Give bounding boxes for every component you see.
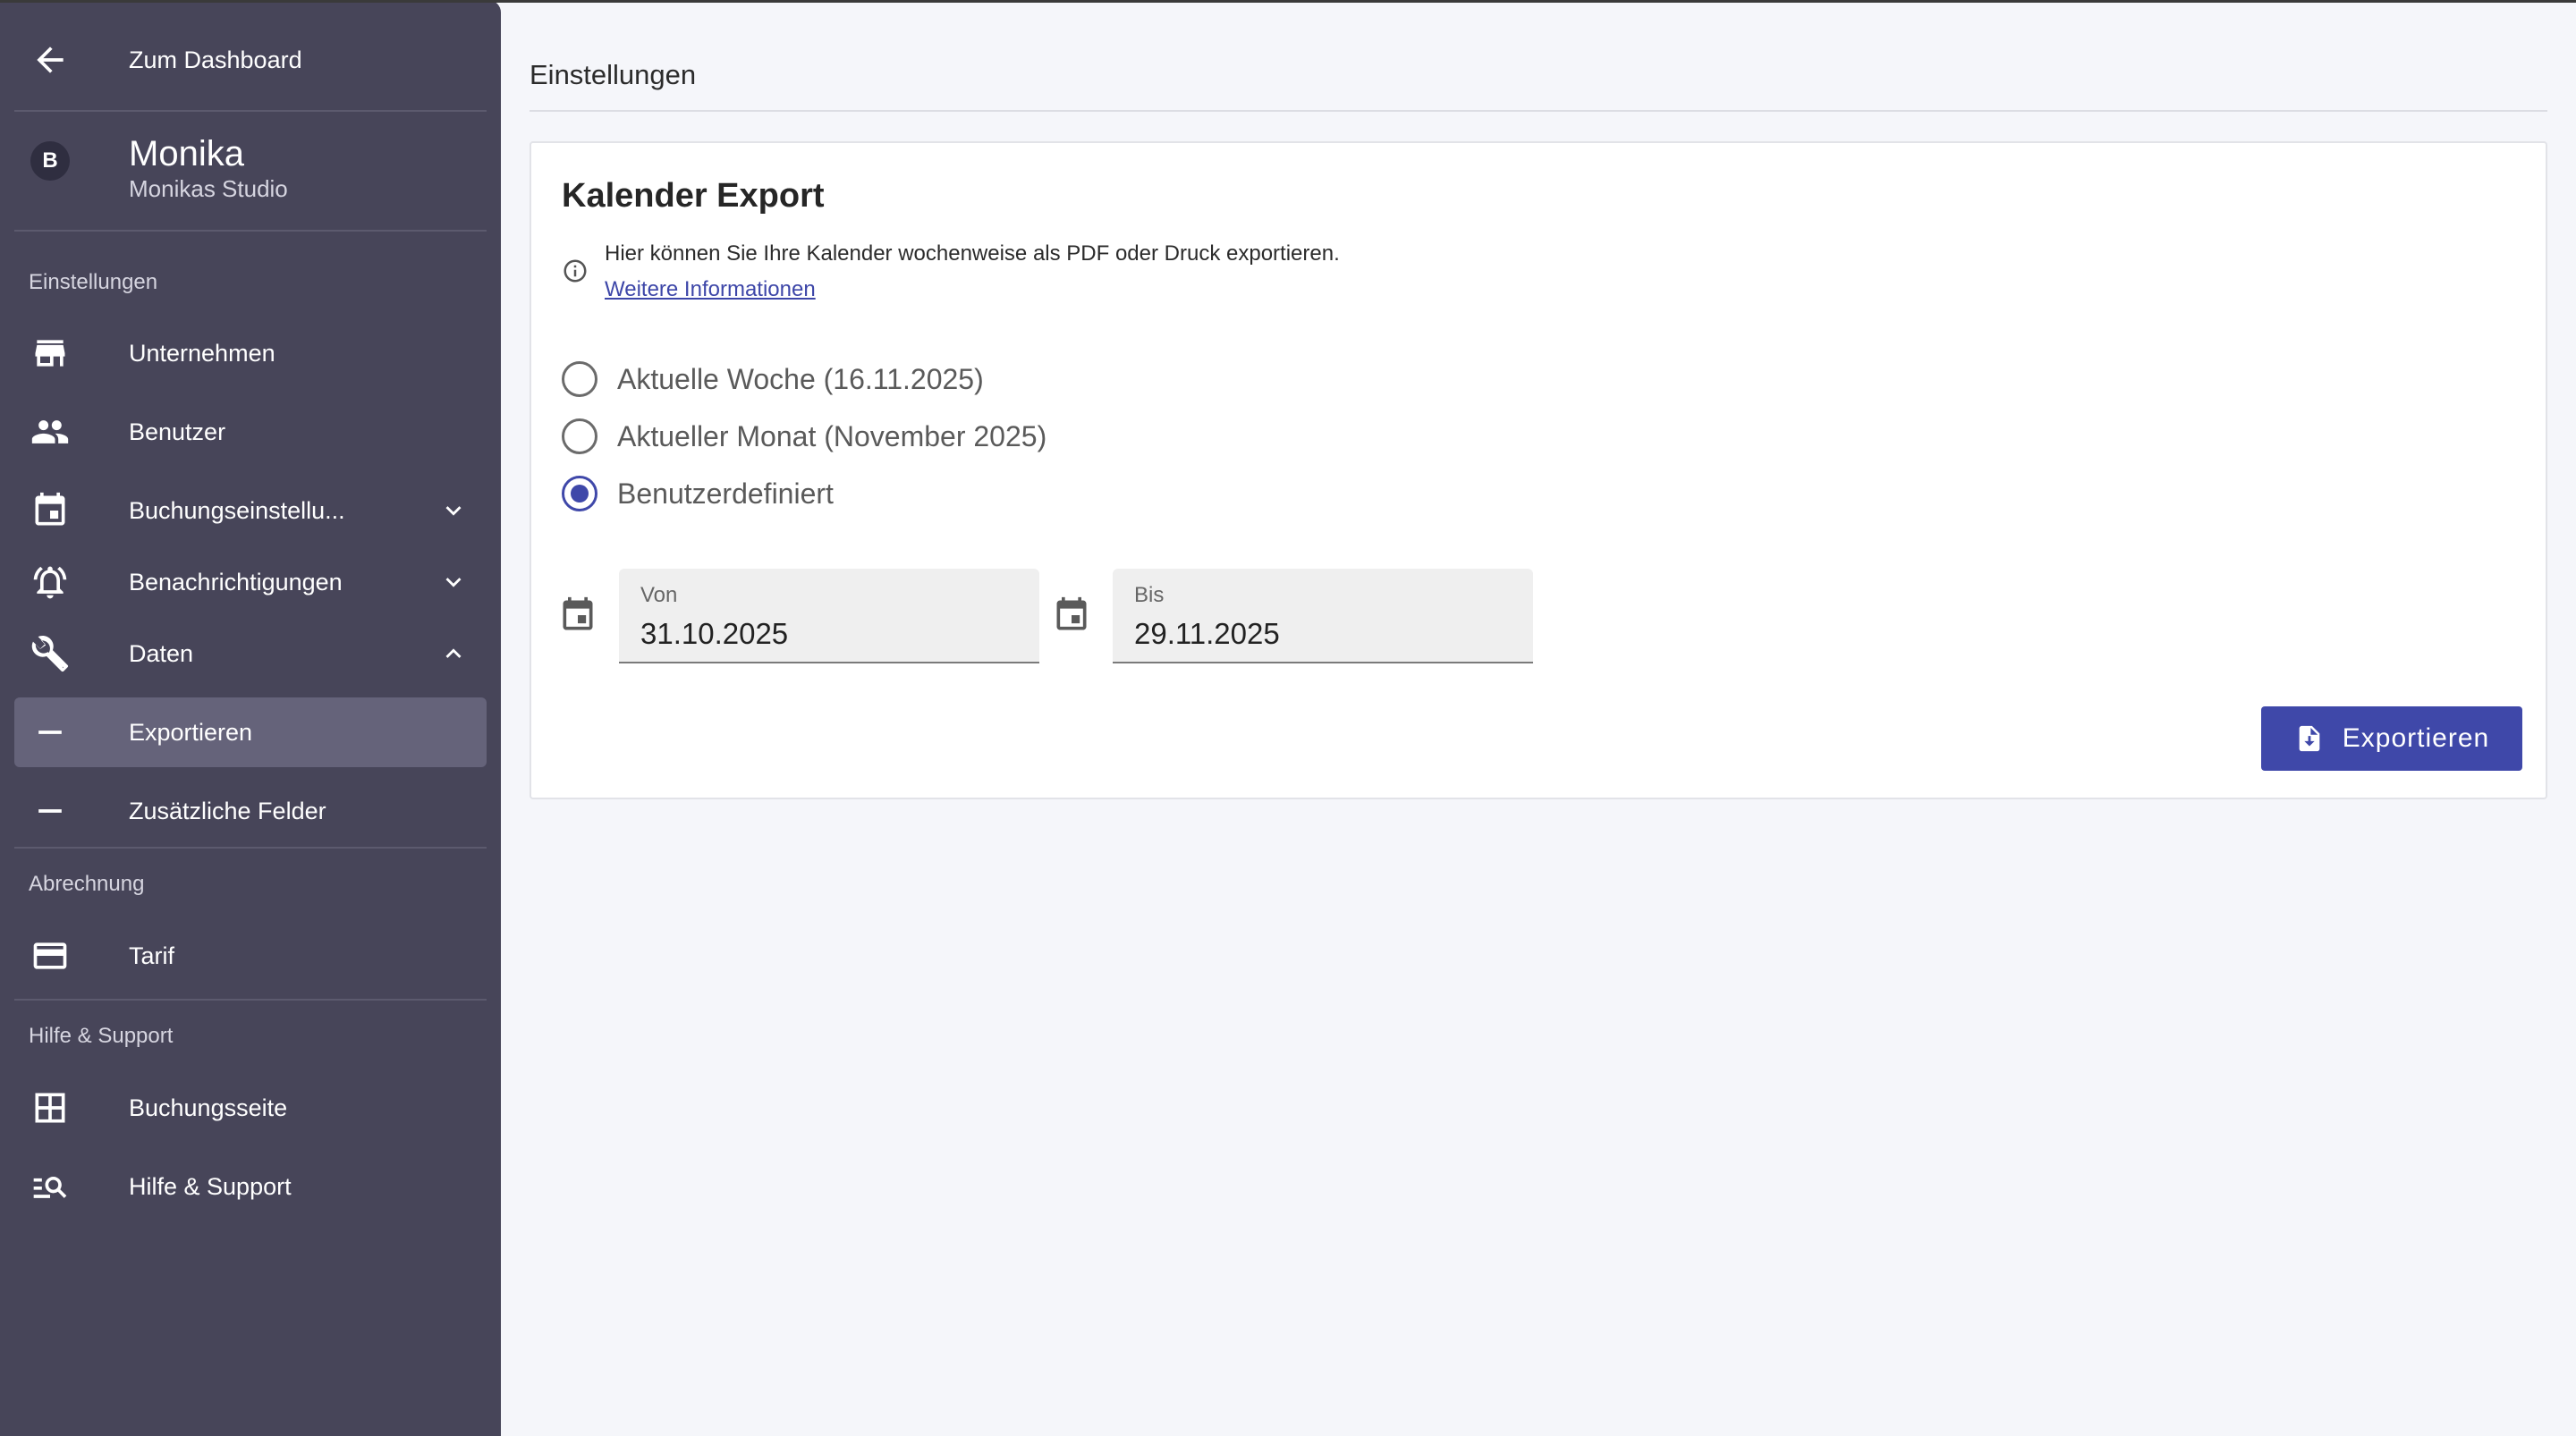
back-to-dashboard-label: Zum Dashboard bbox=[129, 46, 302, 73]
export-button[interactable]: Exportieren bbox=[2261, 706, 2522, 771]
section-label-help: Hilfe & Support bbox=[29, 1024, 174, 1048]
radio-button[interactable] bbox=[562, 418, 597, 454]
sidebar-item-extra-fields[interactable]: Zusätzliche Felder bbox=[14, 776, 487, 846]
sidebar-item-label: Hilfe & Support bbox=[129, 1172, 292, 1200]
wrench-icon bbox=[30, 634, 70, 673]
from-date-field[interactable]: Von 31.10.2025 bbox=[619, 569, 1039, 663]
from-date-label: Von bbox=[640, 583, 678, 607]
more-info-link[interactable]: Weitere Informationen bbox=[605, 277, 816, 302]
sidebar-item-plan[interactable]: Tarif bbox=[14, 921, 487, 991]
dash-icon bbox=[30, 713, 70, 752]
sidebar: Zum Dashboard B Monika Monikas Studio Ei… bbox=[0, 0, 501, 1436]
radio-label: Aktuelle Woche (16.11.2025) bbox=[617, 362, 984, 395]
radio-custom[interactable]: Benutzerdefiniert bbox=[562, 472, 834, 515]
sidebar-item-label: Benutzer bbox=[129, 418, 226, 445]
sidebar-item-label: Tarif bbox=[129, 942, 175, 969]
sidebar-item-label: Daten bbox=[129, 639, 194, 667]
to-date-value[interactable]: 29.11.2025 bbox=[1134, 617, 1280, 651]
profile-studio: Monikas Studio bbox=[129, 175, 288, 202]
section-label-billing: Abrechnung bbox=[29, 872, 145, 896]
avatar[interactable]: B bbox=[30, 141, 70, 181]
sidebar-item-label: Unternehmen bbox=[129, 339, 275, 367]
credit-card-icon bbox=[30, 936, 70, 976]
dash-icon bbox=[30, 791, 70, 831]
info-icon bbox=[562, 258, 589, 284]
calendar-icon[interactable] bbox=[1052, 596, 1091, 635]
calendar-export-card: Kalender Export Hier können Sie Ihre Kal… bbox=[530, 141, 2547, 799]
sidebar-item-label: Buchungsseite bbox=[129, 1094, 288, 1121]
to-date-field[interactable]: Bis 29.11.2025 bbox=[1113, 569, 1533, 663]
sidebar-item-label: Exportieren bbox=[129, 718, 253, 746]
chevron-up-icon[interactable] bbox=[438, 638, 469, 669]
from-date-value[interactable]: 31.10.2025 bbox=[640, 617, 788, 651]
radio-current-month[interactable]: Aktueller Monat (November 2025) bbox=[562, 415, 1046, 458]
sidebar-item-users[interactable]: Benutzer bbox=[14, 397, 487, 467]
document-search-icon bbox=[30, 1167, 70, 1206]
sidebar-item-export[interactable]: Exportieren bbox=[14, 697, 487, 767]
store-icon bbox=[30, 334, 70, 373]
people-icon bbox=[30, 412, 70, 452]
to-date-label: Bis bbox=[1134, 583, 1165, 607]
radio-current-week[interactable]: Aktuelle Woche (16.11.2025) bbox=[562, 358, 984, 401]
sidebar-item-help-support[interactable]: Hilfe & Support bbox=[14, 1152, 487, 1221]
info-text: Hier können Sie Ihre Kalender wochenweis… bbox=[605, 241, 1340, 266]
export-button-label: Exportieren bbox=[2342, 723, 2490, 753]
chevron-down-icon[interactable] bbox=[438, 567, 469, 597]
sidebar-item-notifications[interactable]: Benachrichtigungen bbox=[14, 547, 487, 617]
sidebar-item-company[interactable]: Unternehmen bbox=[14, 318, 487, 388]
sidebar-item-label: Buchungseinstellu... bbox=[129, 496, 345, 524]
back-to-dashboard-link[interactable]: Zum Dashboard bbox=[14, 25, 487, 95]
divider bbox=[14, 847, 487, 849]
profile-name: Monika bbox=[129, 134, 244, 173]
sidebar-item-booking-page[interactable]: Buchungsseite bbox=[14, 1073, 487, 1143]
file-icon bbox=[2299, 725, 2320, 752]
title-divider bbox=[530, 110, 2547, 112]
calendar-icon[interactable] bbox=[558, 596, 597, 635]
sidebar-item-data[interactable]: Daten bbox=[14, 619, 487, 688]
section-label-settings: Einstellungen bbox=[29, 270, 158, 294]
sidebar-item-label: Benachrichtigungen bbox=[129, 568, 343, 596]
radio-label: Aktueller Monat (November 2025) bbox=[617, 419, 1047, 452]
divider bbox=[14, 230, 487, 232]
divider bbox=[14, 999, 487, 1001]
radio-label: Benutzerdefiniert bbox=[617, 477, 834, 510]
arrow-left-icon bbox=[30, 40, 70, 80]
radio-button-selected[interactable] bbox=[562, 476, 597, 511]
table-grid-icon bbox=[30, 1088, 70, 1128]
bell-ringing-icon bbox=[30, 562, 70, 602]
window-top-border bbox=[0, 0, 2576, 3]
divider bbox=[14, 110, 487, 112]
sidebar-item-booking-settings[interactable]: Buchungseinstellu... bbox=[14, 476, 487, 545]
sidebar-item-label: Zusätzliche Felder bbox=[129, 797, 326, 824]
radio-button[interactable] bbox=[562, 361, 597, 397]
calendar-icon bbox=[30, 491, 70, 530]
chevron-down-icon[interactable] bbox=[438, 495, 469, 526]
page-title: Einstellungen bbox=[530, 59, 697, 90]
card-title: Kalender Export bbox=[562, 177, 825, 215]
